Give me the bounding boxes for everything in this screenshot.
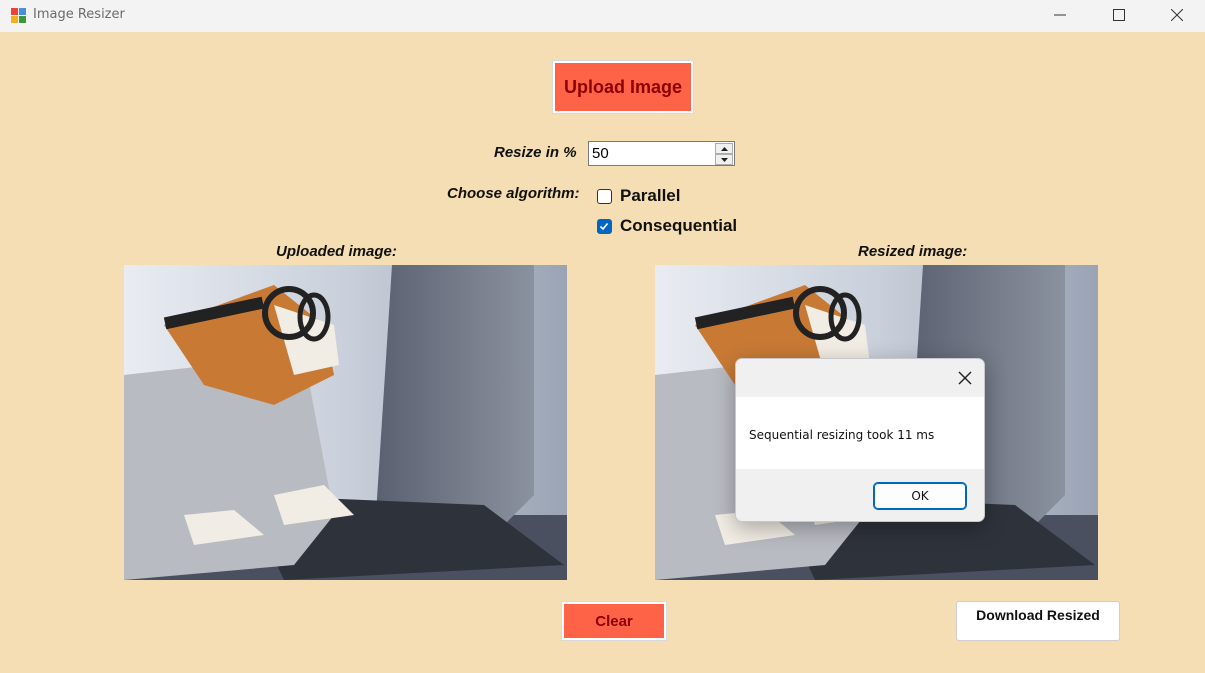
resize-label: Resize in %	[494, 144, 577, 161]
upload-image-button[interactable]: Upload Image	[552, 60, 694, 114]
close-icon	[1171, 9, 1183, 21]
maximize-button[interactable]	[1090, 0, 1148, 30]
resize-percent-value[interactable]: 50	[592, 145, 609, 162]
message-dialog: Sequential resizing took 11 ms OK	[735, 358, 985, 522]
resize-percent-stepper[interactable]: 50	[588, 141, 735, 166]
minimize-icon	[1054, 14, 1066, 16]
download-resized-button[interactable]: Download Resized	[956, 601, 1120, 641]
minimize-button[interactable]	[1031, 0, 1089, 30]
checkbox-box[interactable]	[597, 188, 612, 204]
resized-image-label: Resized image:	[858, 243, 968, 260]
checkmark-icon	[599, 222, 609, 230]
dialog-close-button[interactable]	[956, 369, 974, 387]
checkbox-box-checked[interactable]	[597, 218, 612, 234]
maximize-icon	[1113, 9, 1125, 21]
close-button[interactable]	[1148, 0, 1205, 30]
consequential-checkbox[interactable]: Consequential	[597, 216, 737, 236]
uploaded-image-label: Uploaded image:	[276, 243, 397, 260]
close-icon	[958, 371, 972, 385]
ok-button[interactable]: OK	[873, 482, 967, 510]
app-icon	[11, 8, 26, 23]
caret-up-icon	[720, 146, 728, 151]
clear-button[interactable]: Clear	[561, 601, 667, 641]
parallel-label[interactable]: Parallel	[620, 186, 681, 206]
dialog-header	[736, 359, 984, 397]
caret-down-icon	[720, 157, 728, 162]
dialog-body: Sequential resizing took 11 ms	[736, 397, 984, 469]
dialog-message: Sequential resizing took 11 ms	[749, 428, 935, 442]
uploaded-image	[124, 265, 567, 580]
window-title: Image Resizer	[33, 7, 125, 22]
spin-down-button[interactable]	[715, 154, 733, 165]
algorithm-label: Choose algorithm:	[447, 185, 580, 202]
title-bar: Image Resizer	[0, 0, 1205, 32]
parallel-checkbox[interactable]: Parallel	[597, 186, 681, 206]
consequential-label[interactable]: Consequential	[620, 216, 737, 236]
spin-up-button[interactable]	[715, 143, 733, 154]
